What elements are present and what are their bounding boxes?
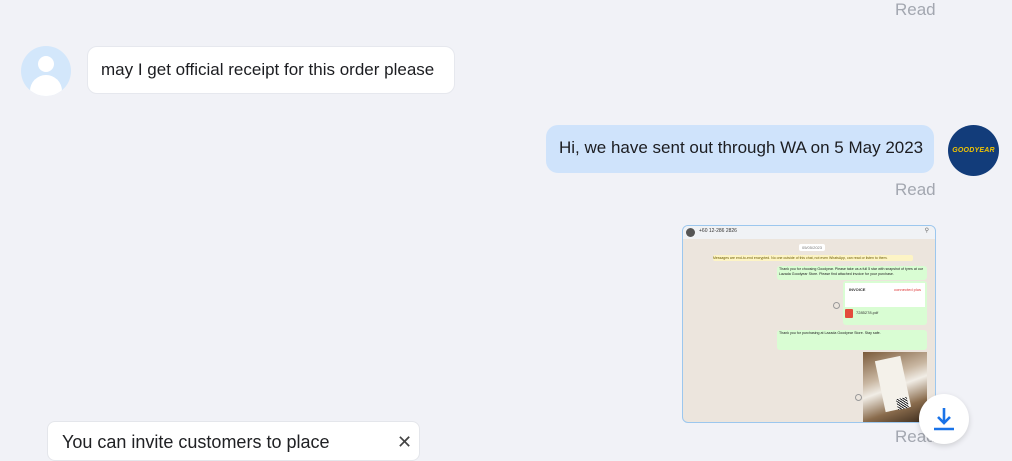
user-icon [38,56,54,72]
forward-icon [833,302,840,309]
download-button[interactable] [919,394,969,444]
wa-date-chip: 05/05/2023 [799,244,825,251]
search-icon: ⚲ [924,228,929,234]
wa-message: Thank you for purchasing at Lazada Goody… [777,330,927,350]
store-logo-text: GOODYEAR [952,147,995,154]
download-icon [934,408,954,431]
wa-message: Thank you for choosing Goodyear. Please … [777,266,927,280]
incoming-message: may I get official receipt for this orde… [87,46,455,94]
incoming-message-text: may I get official receipt for this orde… [101,60,435,79]
image-message[interactable]: +60 12-286 2826 ⚲ 05/05/2023 Messages ar… [682,225,936,423]
invoice-brand: connected plus [894,287,921,292]
store-avatar: GOODYEAR [948,125,999,176]
customer-avatar [21,46,71,96]
outgoing-message-text: Hi, we have sent out through WA on 5 May… [559,138,924,157]
invite-customers-card: You can invite customers to place ✕ [47,421,420,461]
outgoing-message: Hi, we have sent out through WA on 5 May… [546,125,934,173]
wa-encryption-notice: Messages are end-to-end encrypted. No on… [713,255,913,261]
read-status: Read [895,180,936,199]
wa-avatar [686,228,695,237]
forward-icon [855,394,862,401]
qr-code [895,396,910,411]
wa-phone: +60 12-286 2826 [699,228,737,234]
wa-invoice-attachment: INVOICE connected plus 7285278.pdf [843,281,927,325]
pdf-icon [845,309,853,318]
close-icon[interactable]: ✕ [397,432,412,453]
invite-text: You can invite customers to place [62,432,330,452]
read-status-top: Read [895,0,936,19]
invoice-title: INVOICE [849,287,866,292]
wa-header: +60 12-286 2826 ⚲ [683,226,935,239]
pdf-filename: 7285278.pdf [856,310,879,315]
